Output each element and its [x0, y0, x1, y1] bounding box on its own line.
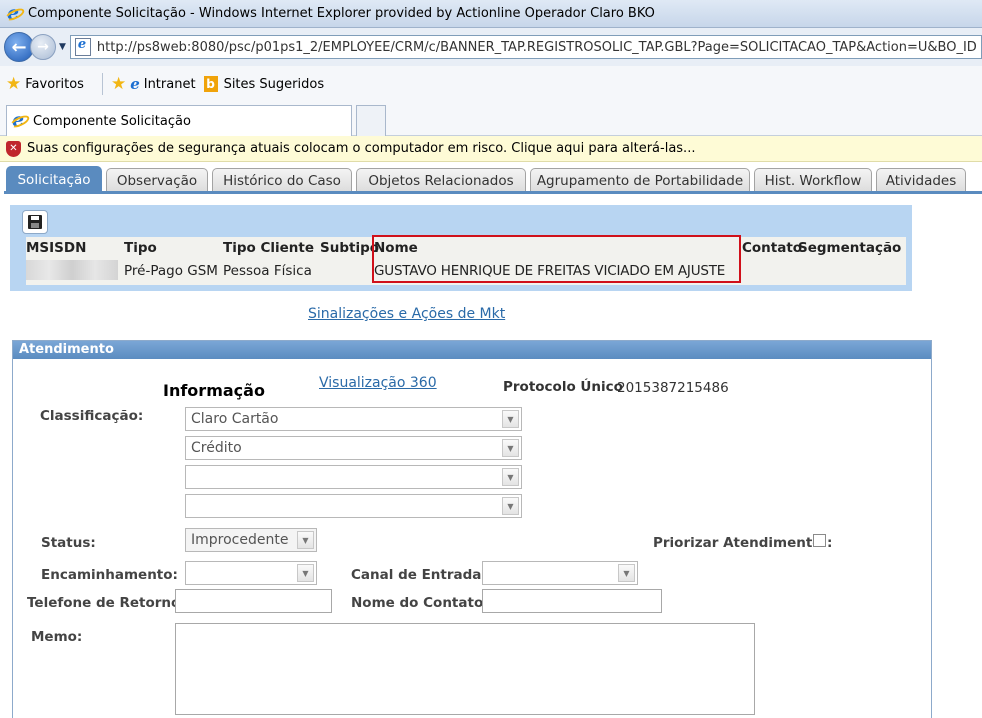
ie-logo-icon: e: [4, 2, 26, 24]
new-tab-button[interactable]: [356, 105, 386, 136]
nome-contato-input[interactable]: [482, 589, 662, 613]
page-tabs: Solicitação Observação Histórico do Caso…: [0, 162, 982, 194]
save-button[interactable]: [22, 210, 48, 234]
chevron-down-icon: ▼: [502, 439, 519, 457]
segmentacao-label: Segmentação: [798, 240, 902, 256]
tipo-value: Pré-Pago GSM: [124, 263, 218, 279]
tab-hist-workflow[interactable]: Hist. Workflow: [754, 168, 872, 192]
tab-objetos-relacionados[interactable]: Objetos Relacionados: [356, 168, 526, 192]
tipo-label: Tipo: [124, 240, 157, 256]
star-icon: ★: [6, 74, 22, 94]
atendimento-title: Atendimento: [13, 341, 931, 359]
navigation-bar: ← → ▼ http://ps8web:8080/psc/p01ps1_2/EM…: [0, 28, 982, 66]
tab-underline: [4, 191, 982, 194]
security-shield-icon: ✕: [6, 140, 21, 157]
msisdn-value-redacted: [26, 260, 118, 280]
canal-label: Canal de Entrada:: [351, 567, 487, 583]
classificacao-label: Classificação:: [40, 408, 144, 424]
browser-tab-active[interactable]: e Componente Solicitação: [6, 105, 352, 136]
protocolo-label: Protocolo Único: [503, 379, 623, 395]
browser-tab-row: e Componente Solicitação: [0, 102, 982, 136]
page-icon: [74, 37, 91, 56]
tipo-cliente-label: Tipo Cliente: [223, 240, 315, 256]
priorizar-label: Priorizar Atendimento::: [653, 535, 833, 551]
floppy-disk-icon: [28, 215, 42, 229]
bing-icon: b: [203, 76, 218, 92]
status-label: Status:: [41, 535, 96, 551]
ie-page-icon: e: [130, 75, 140, 93]
tipo-cliente-value: Pessoa Física: [223, 263, 312, 279]
atendimento-panel: Atendimento Informação Visualização 360 …: [12, 340, 932, 718]
telefone-label: Telefone de Retorno:: [27, 595, 186, 611]
classificacao-select-4[interactable]: ▼: [185, 494, 522, 518]
subtipo-label: Subtipo: [320, 240, 380, 256]
security-infobar[interactable]: ✕ Suas configurações de segurança atuais…: [0, 136, 982, 162]
visualizacao-360-link[interactable]: Visualização 360: [319, 375, 437, 391]
address-url: http://ps8web:8080/psc/p01ps1_2/EMPLOYEE…: [96, 39, 977, 55]
tab-atividades[interactable]: Atividades: [876, 168, 966, 192]
history-dropdown-icon[interactable]: ▼: [59, 42, 66, 52]
encaminhamento-label: Encaminhamento:: [41, 567, 178, 583]
back-arrow-icon: ←: [11, 36, 27, 58]
tab-historico-do-caso[interactable]: Histórico do Caso: [212, 168, 352, 192]
sinalizacoes-mkt-link[interactable]: Sinalizações e Ações de Mkt: [308, 306, 505, 322]
classificacao-1-value: Claro Cartão: [191, 411, 279, 427]
memo-label: Memo:: [31, 629, 83, 645]
priorizar-checkbox[interactable]: [813, 534, 826, 547]
favorite-sites-sugeridos-label: Sites Sugeridos: [223, 76, 325, 92]
chevron-down-icon: ▼: [502, 410, 519, 428]
chevron-down-icon: ▼: [297, 564, 314, 582]
status-select[interactable]: Improcedente ▼: [185, 528, 317, 552]
informacao-heading: Informação: [163, 381, 265, 400]
status-value: Improcedente: [191, 532, 289, 548]
contato-label: Contato: [742, 240, 803, 256]
tab-agrupamento-de-portabilidade[interactable]: Agrupamento de Portabilidade: [530, 168, 750, 192]
nome-contato-label: Nome do Contato:: [351, 595, 489, 611]
canal-select[interactable]: ▼: [482, 561, 638, 585]
address-bar[interactable]: http://ps8web:8080/psc/p01ps1_2/EMPLOYEE…: [69, 35, 982, 59]
security-infobar-text: Suas configurações de segurança atuais c…: [27, 141, 696, 156]
chevron-down-icon: ▼: [297, 531, 314, 549]
favorites-label: Favoritos: [25, 76, 84, 92]
window-title: Componente Solicitação - Windows Interne…: [28, 6, 655, 21]
classificacao-select-2[interactable]: Crédito ▼: [185, 436, 522, 460]
favorites-bar: ★ Favoritos ★ e Intranet b Sites Sugerid…: [0, 66, 982, 102]
encaminhamento-select[interactable]: ▼: [185, 561, 317, 585]
favorite-intranet-label: Intranet: [143, 76, 196, 92]
classificacao-select-1[interactable]: Claro Cartão ▼: [185, 407, 522, 431]
memo-textarea[interactable]: [175, 623, 755, 715]
chevron-down-icon: ▼: [618, 564, 635, 582]
browser-tab-label: Componente Solicitação: [33, 113, 191, 129]
forward-button[interactable]: →: [30, 34, 56, 60]
chevron-down-icon: ▼: [502, 468, 519, 486]
forward-arrow-icon: →: [37, 39, 49, 55]
tab-observacao[interactable]: Observação: [106, 168, 208, 192]
telefone-input[interactable]: [175, 589, 332, 613]
favorite-sites-sugeridos[interactable]: b Sites Sugeridos: [203, 76, 325, 92]
add-favorite-icon[interactable]: ★: [111, 74, 126, 94]
tab-solicitacao[interactable]: Solicitação: [6, 166, 102, 192]
ie-tab-icon: e: [9, 109, 31, 131]
nome-highlight-box: [372, 235, 741, 283]
window-titlebar: e Componente Solicitação - Windows Inter…: [0, 0, 982, 28]
msisdn-label: MSISDN: [26, 240, 87, 256]
protocolo-value: 2015387215486: [617, 380, 729, 396]
favorite-intranet[interactable]: e Intranet: [130, 75, 195, 93]
chevron-down-icon: ▼: [502, 497, 519, 515]
favorites-divider: [101, 73, 103, 95]
classificacao-select-3[interactable]: ▼: [185, 465, 522, 489]
classificacao-2-value: Crédito: [191, 440, 242, 456]
favorites-button[interactable]: ★ Favoritos: [6, 74, 84, 94]
